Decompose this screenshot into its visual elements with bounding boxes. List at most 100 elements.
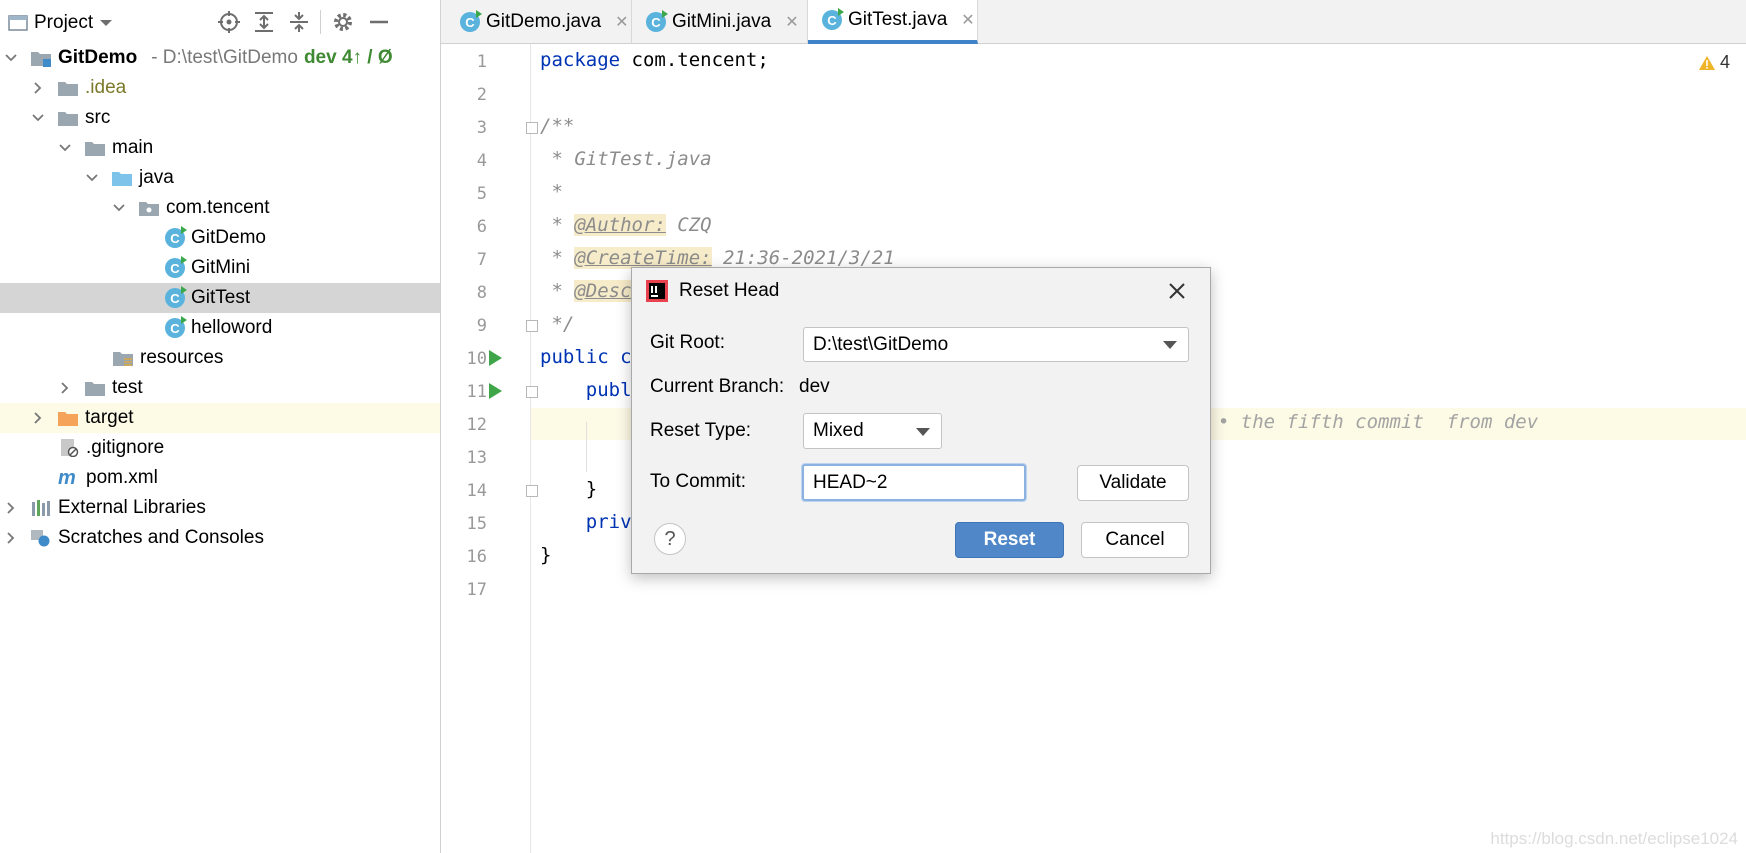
tree-item-label: .gitignore	[86, 437, 165, 458]
code-text: com.tencent;	[620, 49, 769, 71]
code-line-4[interactable]: * GitTest.java	[540, 148, 711, 170]
tree-item-helloword-class[interactable]: C helloword	[0, 313, 440, 343]
code-line-6[interactable]: * @Author: CZQ	[540, 214, 712, 236]
scratches-icon	[31, 530, 50, 547]
chevron-right-icon[interactable]	[31, 411, 45, 425]
chevron-down-icon[interactable]	[4, 51, 18, 65]
line-number: 6	[476, 217, 487, 237]
code-line-1[interactable]: package com.tencent;	[540, 49, 769, 71]
code-line-10[interactable]: public c	[540, 346, 632, 368]
code-line-16[interactable]: }	[540, 544, 551, 566]
source-folder-icon	[112, 172, 132, 186]
close-icon[interactable]	[1164, 278, 1190, 304]
expand-all-icon[interactable]	[251, 9, 277, 35]
tree-item-label: java	[139, 167, 174, 188]
gear-icon[interactable]	[330, 9, 356, 35]
reset-button[interactable]: Reset	[955, 522, 1064, 558]
code-line-11[interactable]: publ	[540, 379, 632, 401]
code-line-3[interactable]: /**	[540, 115, 574, 137]
tree-item-external-libraries[interactable]: External Libraries	[0, 493, 440, 523]
cancel-button[interactable]: Cancel	[1081, 522, 1189, 558]
excluded-folder-icon	[58, 412, 78, 426]
java-class-icon: C	[646, 10, 668, 32]
tree-item-label: main	[112, 137, 154, 158]
tree-item-gitdemo-class[interactable]: C GitDemo	[0, 223, 440, 253]
chevron-right-icon[interactable]	[31, 81, 45, 95]
line-number: 1	[476, 52, 487, 72]
tab-gittest-java[interactable]: C GitTest.java ✕	[808, 0, 978, 44]
close-icon[interactable]: ✕	[961, 10, 974, 30]
run-gutter-icon[interactable]	[489, 350, 502, 366]
module-path: - D:\test\GitDemo	[151, 47, 298, 68]
dialog-title: Reset Head	[679, 280, 780, 301]
tree-item-label: test	[112, 377, 143, 398]
chevron-down-icon	[916, 428, 930, 436]
chevron-down-icon[interactable]	[85, 171, 99, 185]
validate-button[interactable]: Validate	[1077, 465, 1189, 501]
line-number: 10	[466, 349, 487, 369]
code-text: *	[540, 214, 575, 236]
javadoc-tag: @Desc	[574, 280, 632, 302]
tree-item-idea[interactable]: .idea	[0, 73, 440, 103]
tree-item-gittest-class[interactable]: C GitTest	[0, 283, 440, 313]
code-line-15[interactable]: priv	[540, 511, 632, 533]
code-line-14[interactable]: }	[540, 478, 597, 500]
code-text: *	[540, 280, 575, 302]
to-commit-label: To Commit:	[650, 471, 747, 492]
locate-icon[interactable]	[216, 9, 242, 35]
code-line-5[interactable]: *	[540, 181, 562, 203]
close-icon[interactable]: ✕	[615, 12, 628, 32]
tab-label: GitTest.java	[848, 9, 948, 30]
code-text: CZQ	[665, 214, 712, 236]
current-branch-label: Current Branch:	[650, 376, 785, 397]
tree-item-src[interactable]: src	[0, 103, 440, 133]
tree-item-gitmini-class[interactable]: C GitMini	[0, 253, 440, 283]
run-gutter-icon[interactable]	[489, 383, 502, 399]
tab-gitdemo-java[interactable]: C GitDemo.java ✕	[446, 0, 632, 44]
inspection-widget[interactable]: 4	[1698, 52, 1730, 73]
close-icon[interactable]: ✕	[785, 12, 798, 32]
line-number: 15	[466, 514, 487, 534]
tree-item-label: GitDemo	[58, 47, 138, 68]
package-icon	[139, 202, 159, 216]
fold-icon[interactable]	[526, 122, 538, 134]
line-number: 17	[466, 580, 487, 600]
tree-item-target[interactable]: target	[0, 403, 440, 433]
line-number: 16	[466, 547, 487, 567]
tree-item-gitignore[interactable]: .gitignore	[0, 433, 440, 463]
help-button[interactable]: ?	[654, 523, 686, 555]
fold-icon[interactable]	[526, 485, 538, 497]
tree-item-resources[interactable]: resources	[0, 343, 440, 373]
line-number: 12	[466, 415, 487, 435]
tree-item-test[interactable]: test	[0, 373, 440, 403]
chevron-right-icon[interactable]	[4, 531, 18, 545]
code-line-7[interactable]: * @CreateTime: 21:36-2021/3/21	[540, 247, 895, 269]
line-number: 14	[466, 481, 487, 501]
tree-item-pom-xml[interactable]: m pom.xml	[0, 463, 440, 493]
code-line-8[interactable]: * @Desc	[540, 280, 632, 302]
git-root-select[interactable]: D:\test\GitDemo	[803, 327, 1189, 362]
chevron-down-icon[interactable]	[112, 201, 126, 215]
fold-icon[interactable]	[526, 320, 538, 332]
tree-item-com-tencent[interactable]: com.tencent	[0, 193, 440, 223]
chevron-right-icon[interactable]	[58, 381, 72, 395]
chevron-down-icon[interactable]	[58, 141, 72, 155]
project-view-selector[interactable]: Project	[8, 12, 113, 34]
tree-item-label: com.tencent	[166, 197, 270, 218]
chevron-down-icon[interactable]	[31, 111, 45, 125]
warning-count: 4	[1720, 52, 1731, 72]
chevron-right-icon[interactable]	[4, 501, 18, 515]
indent-guide	[586, 422, 587, 472]
to-commit-input[interactable]: HEAD~2	[802, 464, 1026, 501]
tree-item-main[interactable]: main	[0, 133, 440, 163]
tree-item-java[interactable]: java	[0, 163, 440, 193]
fold-icon[interactable]	[526, 386, 538, 398]
reset-type-select[interactable]: Mixed	[803, 413, 942, 449]
project-window-icon	[8, 14, 28, 31]
tab-gitmini-java[interactable]: C GitMini.java ✕	[632, 0, 808, 44]
tree-item-scratches[interactable]: Scratches and Consoles	[0, 523, 440, 553]
tree-item-gitdemo-root[interactable]: GitDemo - D:\test\GitDemo dev 4↑ / Ø	[0, 43, 440, 73]
hide-panel-icon[interactable]	[366, 9, 392, 35]
collapse-all-icon[interactable]	[286, 9, 312, 35]
code-line-9[interactable]: */	[540, 313, 574, 335]
